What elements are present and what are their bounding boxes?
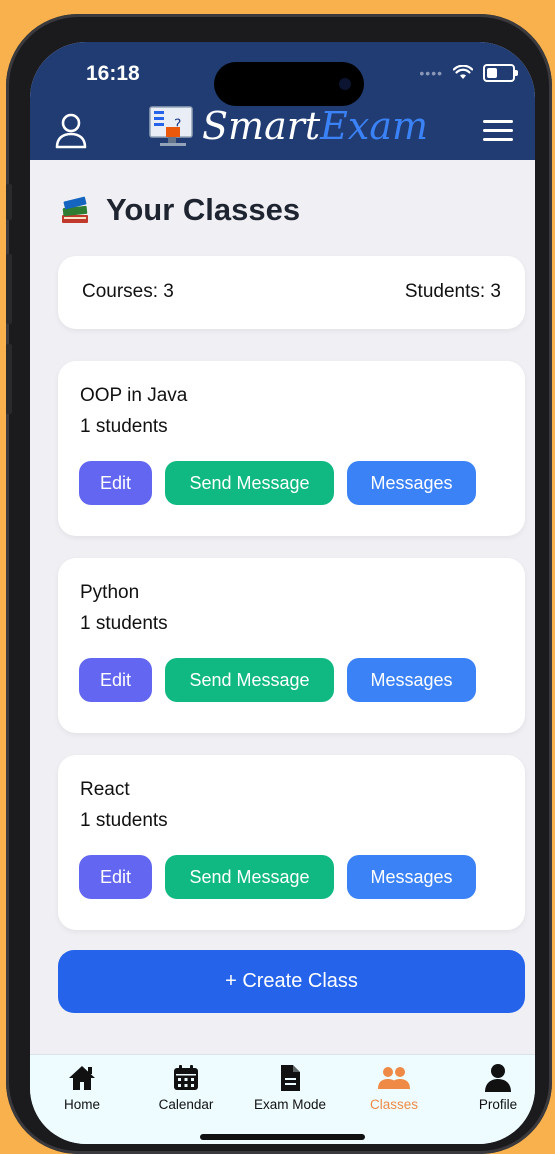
volume-down-button (6, 344, 12, 414)
class-student-count: 1 students (80, 810, 168, 831)
page-title: Your Classes (106, 192, 301, 227)
send-message-button[interactable]: Send Message (165, 461, 334, 505)
signal-icon: •••• (419, 65, 443, 81)
edit-button[interactable]: Edit (79, 658, 152, 702)
edit-button[interactable]: Edit (79, 855, 152, 899)
class-name: Python (80, 582, 140, 603)
page-title-row: Your Classes (60, 192, 300, 228)
edit-button[interactable]: Edit (79, 461, 152, 505)
app-logo: ? SmartExam (148, 104, 428, 148)
dynamic-island (214, 62, 364, 106)
students-count: Students: 3 (404, 281, 501, 302)
messages-button[interactable]: Messages (347, 658, 476, 702)
send-message-button[interactable]: Send Message (165, 855, 334, 899)
document-icon (281, 1065, 300, 1091)
tab-label: Profile (478, 1097, 518, 1112)
volume-up-button (6, 254, 12, 324)
bottom-tab-bar: Home Calendar Exam Mode Classes Profile (30, 1054, 535, 1144)
person-icon (485, 1064, 511, 1092)
tab-label: Calendar (158, 1097, 214, 1112)
books-icon (62, 196, 88, 223)
class-card: React 1 students Edit Send Message Messa… (58, 755, 525, 930)
send-message-button[interactable]: Send Message (165, 658, 334, 702)
home-icon (69, 1066, 95, 1090)
calendar-icon (174, 1065, 198, 1090)
class-name: OOP in Java (80, 385, 188, 406)
class-student-count: 1 students (80, 613, 168, 634)
class-card: Python 1 students Edit Send Message Mess… (58, 558, 525, 733)
tab-home[interactable]: Home (32, 1063, 132, 1112)
messages-button[interactable]: Messages (347, 855, 476, 899)
battery-icon (483, 64, 518, 82)
tab-profile[interactable]: Profile (448, 1063, 535, 1112)
tab-classes[interactable]: Classes (344, 1063, 444, 1112)
user-icon[interactable] (54, 112, 88, 150)
exam-board-icon: ? (149, 106, 193, 146)
create-class-button[interactable]: + Create Class (58, 950, 525, 1013)
tab-label: Classes (369, 1097, 418, 1112)
status-time: 16:18 (86, 62, 140, 85)
mute-switch (6, 184, 12, 220)
class-card: OOP in Java 1 students Edit Send Message… (58, 361, 525, 536)
group-icon (378, 1067, 410, 1089)
phone-frame: 16:18 •••• ? SmartExam Your Classes Cour… (6, 14, 552, 1154)
messages-button[interactable]: Messages (347, 461, 476, 505)
courses-count: Courses: 3 (82, 281, 174, 302)
class-name: React (80, 779, 130, 800)
tab-label: Home (63, 1097, 100, 1112)
status-icons: •••• (419, 64, 518, 82)
tab-label: Exam Mode (253, 1097, 327, 1112)
app-screen: 16:18 •••• ? SmartExam Your Classes Cour… (30, 42, 535, 1144)
hamburger-menu-icon[interactable] (483, 120, 513, 142)
tab-exam-mode[interactable]: Exam Mode (240, 1063, 340, 1112)
class-student-count: 1 students (80, 416, 168, 437)
wifi-icon (453, 65, 473, 79)
app-header: 16:18 •••• ? SmartExam (30, 42, 535, 160)
logo-smart: Smart (202, 104, 321, 148)
logo-exam: Exam (320, 104, 429, 148)
stats-card: Courses: 3 Students: 3 (58, 256, 525, 329)
tab-calendar[interactable]: Calendar (136, 1063, 236, 1112)
home-indicator (200, 1134, 365, 1140)
